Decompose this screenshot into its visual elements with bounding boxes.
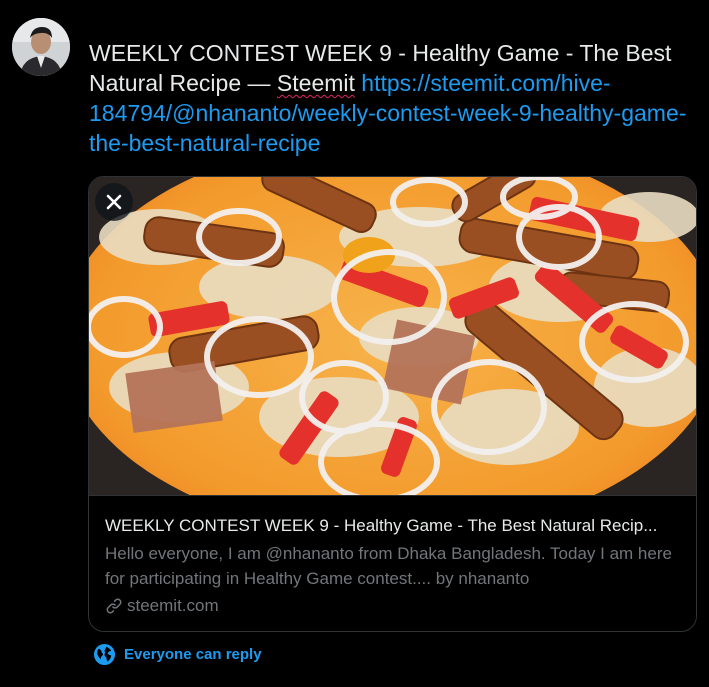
card-domain: steemit.com	[105, 593, 680, 618]
close-button[interactable]	[95, 183, 133, 221]
card-title: WEEKLY CONTEST WEEK 9 - Healthy Game - T…	[105, 516, 658, 535]
link-icon	[106, 598, 122, 613]
reply-setting-button[interactable]: Everyone can reply	[93, 643, 262, 666]
link-preview-card[interactable]: WEEKLY CONTEST WEEK 9 - Healthy Game - T…	[88, 176, 697, 632]
tweet-compose-view: WEEKLY CONTEST WEEK 9 - Healthy Game - T…	[0, 0, 709, 687]
card-domain-text: steemit.com	[127, 596, 219, 615]
steemit-word: Steemit	[276, 70, 355, 96]
avatar-image	[12, 18, 70, 76]
globe-icon	[93, 643, 116, 666]
close-icon	[106, 194, 122, 210]
card-description: Hello everyone, I am @nhananto from Dhak…	[105, 544, 672, 588]
tweet-text: WEEKLY CONTEST WEEK 9 - Healthy Game - T…	[89, 38, 699, 158]
pizza-image	[89, 177, 696, 495]
avatar[interactable]	[12, 18, 70, 76]
reply-setting-label: Everyone can reply	[124, 646, 262, 663]
card-body: WEEKLY CONTEST WEEK 9 - Healthy Game - T…	[89, 496, 696, 618]
card-image[interactable]	[89, 177, 696, 496]
